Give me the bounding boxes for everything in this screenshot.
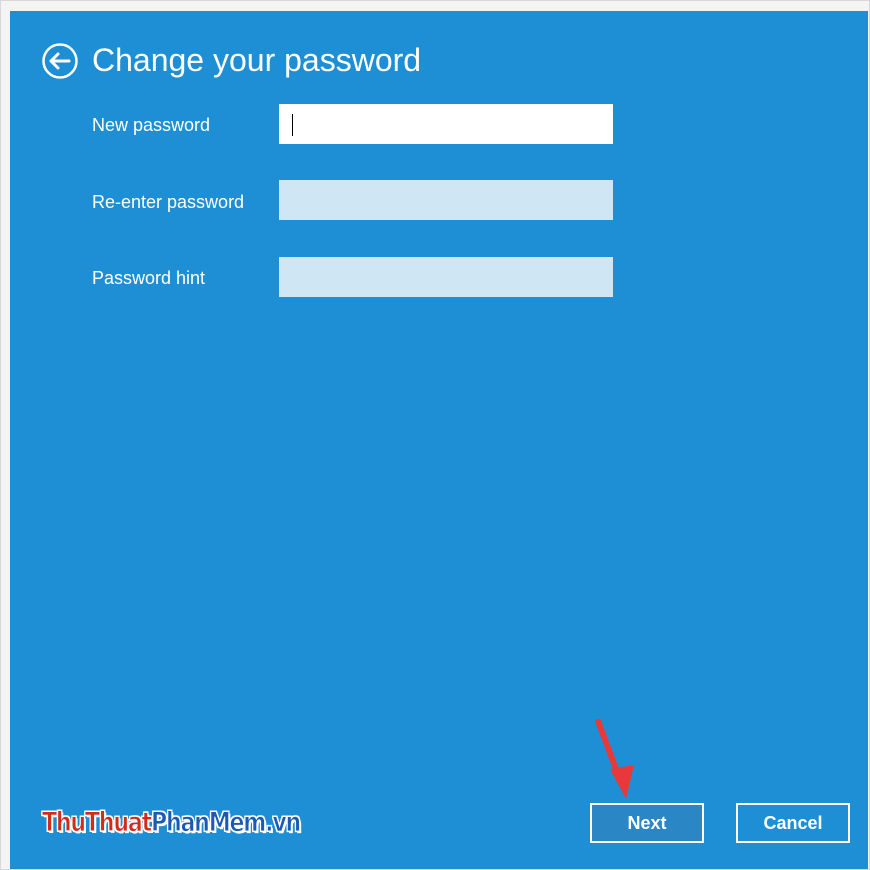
text-caret bbox=[292, 114, 293, 136]
next-button[interactable]: Next bbox=[590, 803, 704, 843]
password-hint-input[interactable] bbox=[279, 257, 613, 297]
back-button[interactable] bbox=[41, 42, 79, 80]
reenter-password-input[interactable] bbox=[279, 180, 613, 220]
back-arrow-circle-icon bbox=[42, 43, 78, 79]
new-password-label: New password bbox=[92, 115, 211, 135]
password-hint-label: Password hint bbox=[92, 268, 206, 288]
change-password-panel: Change your password New password Re-ent… bbox=[10, 11, 868, 869]
watermark-part-2: PhanMem bbox=[150, 807, 267, 839]
red-pointer-arrow-icon bbox=[595, 719, 634, 799]
new-password-input[interactable] bbox=[279, 104, 613, 144]
cancel-button[interactable]: Cancel bbox=[736, 803, 850, 843]
watermark-part-3: .vn bbox=[265, 807, 302, 839]
reenter-password-label: Re-enter password bbox=[92, 192, 245, 212]
window-frame: Change your password New password Re-ent… bbox=[0, 0, 870, 870]
page-title: Change your password bbox=[92, 42, 422, 78]
watermark-part-1: ThuThuat bbox=[42, 807, 153, 839]
site-watermark: ThuThuatPhanMem.vn bbox=[42, 807, 302, 839]
